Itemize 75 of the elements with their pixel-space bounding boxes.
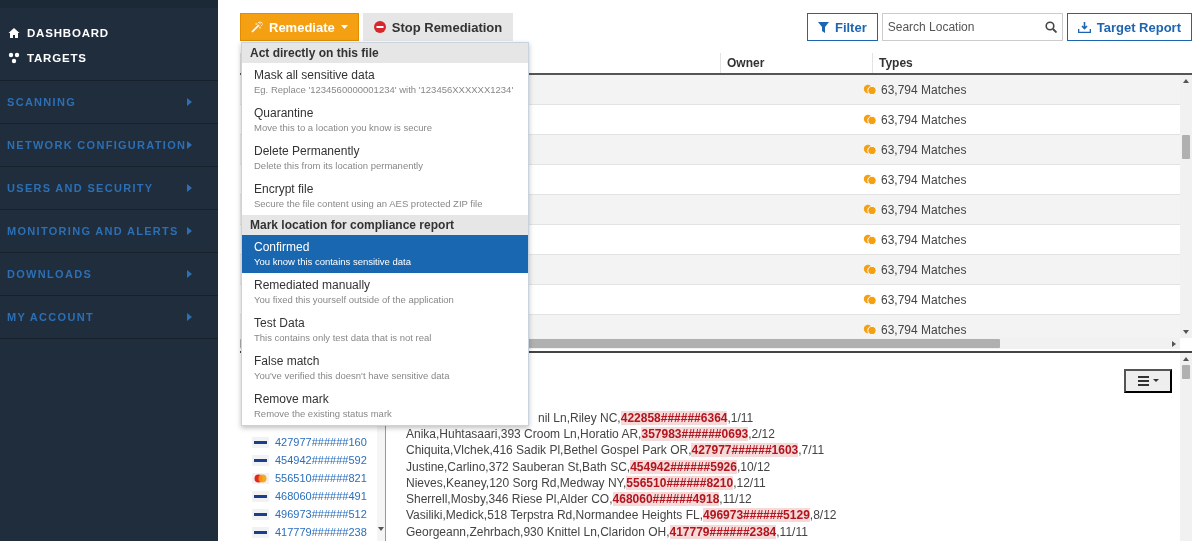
- caret-icon: [187, 184, 192, 192]
- filter-icon: [817, 21, 829, 33]
- table-cell: 63,794 Matches: [881, 262, 967, 277]
- caret-icon: [1152, 379, 1159, 383]
- target-report-button[interactable]: Target Report: [1066, 13, 1192, 41]
- text-line: Georgeann,Zehrbach,930 Knittel Ln,Claridon OH,417779######2384,11/11: [406, 524, 809, 541]
- menu-icon: [1137, 375, 1149, 386]
- menu-item[interactable]: Confirmed You know this contains sensitive data: [242, 235, 528, 273]
- table-cell: 63,794 Matches: [881, 82, 967, 97]
- card-link[interactable]: 417779######238: [275, 526, 367, 538]
- caret-icon: [187, 313, 192, 321]
- scrollbar[interactable]: [1180, 353, 1192, 541]
- table-cell: 63,794 Matches: [881, 232, 967, 247]
- menu-item[interactable]: Quarantine Move this to a location you know is secure: [242, 101, 528, 139]
- menu-header: Mark location for compliance report: [242, 215, 528, 235]
- matches-icon: [863, 174, 877, 185]
- text-line: Chiquita,Vlchek,416 Sadik Pl,Bethel Gospel Park OR,427977######1603,7/11: [406, 443, 826, 460]
- menu-item[interactable]: Test Data This contains only test data that is not real: [242, 311, 528, 349]
- search-icon: [1044, 21, 1057, 33]
- menu-item[interactable]: Remove mark Remove the existing status mark: [242, 387, 528, 425]
- menu-item[interactable]: Delete Permanently Delete this from its location permanently: [242, 139, 528, 177]
- text-line: Sherrell,Mosby,346 Riese Pl,Alder CO,468060######4918,11/12: [406, 492, 753, 509]
- menu-item[interactable]: Encrypt file Secure the file content using an AES protected ZIP file: [242, 177, 528, 215]
- matches-icon: [863, 114, 877, 125]
- matches-icon: [863, 84, 877, 95]
- column-header[interactable]: Types: [872, 53, 1192, 73]
- caret-icon: [187, 141, 192, 149]
- card-icon: [252, 490, 269, 502]
- caret-icon: [187, 98, 192, 106]
- card-icon: [252, 436, 269, 448]
- card-link[interactable]: 454942######592: [275, 454, 367, 466]
- card-icon: [252, 526, 269, 538]
- stop-icon: [373, 21, 386, 33]
- card-icon: [252, 454, 269, 466]
- caret-icon: [340, 25, 348, 29]
- matches-icon: [863, 294, 877, 305]
- menu-item[interactable]: Mask all sensitive data Eg. Replace '1234560000001234' with '123456XXXXXX1234': [242, 63, 528, 101]
- matches-icon: [863, 144, 877, 155]
- table-cell: 63,794 Matches: [881, 142, 967, 157]
- search-field[interactable]: Search Location: [881, 13, 1063, 41]
- wand-icon: [251, 21, 263, 33]
- menu-header: Act directly on this file: [242, 43, 528, 63]
- text-line: Anika,Huhtasaari,393 Croom Ln,Horatio AR,357983######0693,2/12: [406, 427, 776, 444]
- download-icon: [1077, 21, 1091, 33]
- sidebar-item[interactable]: DASHBOARD: [8, 24, 218, 41]
- card-icon: [252, 472, 269, 484]
- dots-icon: [8, 51, 20, 64]
- table-cell: 63,794 Matches: [881, 292, 967, 307]
- menu-item[interactable]: Remediated manually You fixed this yourself outside of the application: [242, 273, 528, 311]
- card-icon: [252, 508, 269, 520]
- table-cell: 63,794 Matches: [881, 112, 967, 127]
- scrollbar[interactable]: [1180, 75, 1192, 338]
- matches-icon: [863, 204, 877, 215]
- card-link[interactable]: 468060######491: [275, 490, 367, 502]
- sidebar-item[interactable]: TARGETS: [8, 49, 218, 66]
- caret-icon: [187, 270, 192, 278]
- table-cell: 63,794 Matches: [881, 202, 967, 217]
- matches-icon: [863, 264, 877, 275]
- menu-item[interactable]: False match You've verified this doesn't have sensitive data: [242, 349, 528, 387]
- card-link[interactable]: 496973######512: [275, 508, 367, 520]
- text-line: Justine,Carlino,372 Sauberan St,Bath SC,454942######5926,10/12: [406, 459, 772, 476]
- card-link[interactable]: 556510######821: [275, 472, 367, 484]
- stop-remediation-button[interactable]: Stop Remediation: [362, 13, 514, 41]
- text-line: Vasiliki,Medick,518 Terpstra Rd,Normandee Heights FL,496973######5129,8/12: [406, 508, 838, 525]
- table-cell: 63,794 Matches: [881, 172, 967, 187]
- card-link[interactable]: 427977######160: [275, 436, 367, 448]
- filter-button[interactable]: Filter: [806, 13, 878, 41]
- caret-icon: [187, 227, 192, 235]
- matches-icon: [863, 234, 877, 245]
- view-menu-button[interactable]: [1124, 369, 1172, 393]
- column-header[interactable]: Owner: [720, 53, 872, 73]
- text-line: Nieves,Keaney,120 Sorg Rd,Medway NY,556510######8210,12/11: [406, 475, 767, 492]
- table-cell: 63,794 Matches: [881, 322, 967, 337]
- matches-icon: [863, 324, 877, 335]
- home-icon: [8, 26, 20, 39]
